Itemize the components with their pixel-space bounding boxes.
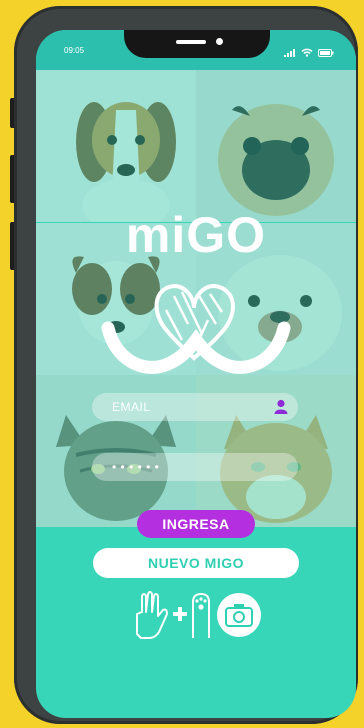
nuevo-migo-button[interactable]: NUEVO MIGO <box>93 548 299 578</box>
signal-icon <box>284 44 296 62</box>
app-logo-text: miGO <box>125 207 267 263</box>
phone-frame: 09:05 miGO EMAIL INGRESA NUEVO MIGO <box>14 6 358 724</box>
email-input[interactable] <box>92 393 298 421</box>
hand-icon[interactable] <box>136 591 168 639</box>
ingresa-button[interactable]: INGRESA <box>137 510 255 538</box>
phone-notch <box>124 30 270 58</box>
camera-dot-icon <box>216 38 223 45</box>
camera-icon[interactable] <box>217 593 261 637</box>
paw-icon[interactable] <box>192 592 210 638</box>
user-icon <box>274 399 288 414</box>
speaker-icon <box>176 40 206 44</box>
status-time: 09:05 <box>64 46 85 55</box>
plus-icon <box>173 607 187 621</box>
status-icons <box>284 44 334 62</box>
wifi-icon <box>301 44 313 62</box>
email-field[interactable] <box>92 393 298 421</box>
password-input[interactable] <box>92 453 298 481</box>
heart-paw-logo-icon <box>101 283 291 374</box>
bottom-icons <box>133 590 261 640</box>
beagle-puppy-photo <box>36 70 196 223</box>
pug-photo <box>196 70 356 223</box>
password-field[interactable] <box>92 453 298 481</box>
phone-screen: 09:05 miGO EMAIL INGRESA NUEVO MIGO <box>36 30 356 718</box>
battery-icon <box>318 44 334 62</box>
